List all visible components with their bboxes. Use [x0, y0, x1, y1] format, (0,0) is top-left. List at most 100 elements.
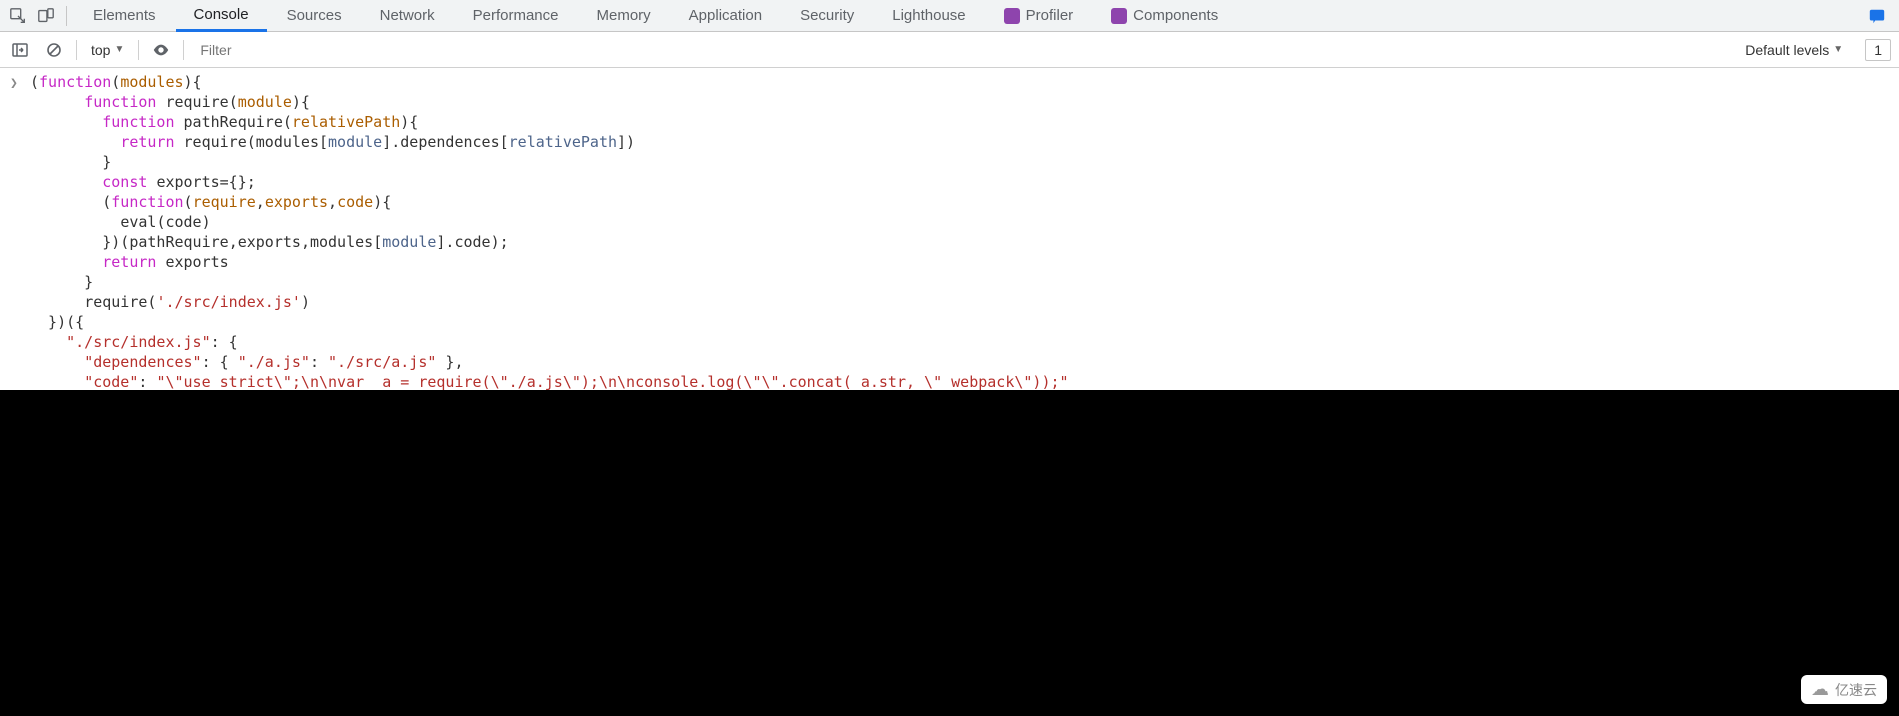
tab-lighthouse[interactable]: Lighthouse	[874, 0, 983, 32]
t	[30, 213, 120, 231]
toggle-sidebar-icon[interactable]	[8, 38, 32, 62]
inspect-icon[interactable]	[4, 2, 32, 30]
components-ext-icon	[1111, 8, 1127, 24]
console-entry: ❯ (function(modules){ function require(m…	[10, 72, 1899, 392]
t: (	[283, 113, 292, 131]
t: eval	[120, 213, 156, 231]
t: relativePath	[509, 133, 617, 151]
t: (	[184, 193, 193, 211]
t: function	[84, 93, 156, 111]
t: : {	[202, 353, 238, 371]
tab-security[interactable]: Security	[782, 0, 872, 32]
context-label: top	[91, 42, 110, 58]
black-region	[0, 390, 1899, 716]
t: )	[202, 213, 211, 231]
t: require	[165, 93, 228, 111]
t: code	[454, 233, 490, 251]
t: (	[30, 73, 39, 91]
t: exports	[156, 173, 219, 191]
t: ,	[328, 193, 337, 211]
t: relativePath	[292, 113, 400, 131]
t	[30, 173, 102, 191]
t: "\"use strict\";\n\nvar _a = require(\".…	[156, 373, 1068, 391]
t	[30, 333, 66, 351]
t: ].	[382, 133, 400, 151]
t: dependences	[400, 133, 499, 151]
device-toggle-icon[interactable]	[32, 2, 60, 30]
t: pathRequire	[184, 113, 283, 131]
tab-application[interactable]: Application	[671, 0, 780, 32]
tab-sources[interactable]: Sources	[269, 0, 360, 32]
t: function	[102, 113, 174, 131]
t: :	[138, 373, 156, 391]
tab-components[interactable]: Components	[1093, 0, 1236, 32]
t: ])	[617, 133, 635, 151]
watermark-badge: ☁ 亿速云	[1801, 675, 1887, 704]
t: "code"	[84, 373, 138, 391]
t	[175, 133, 184, 151]
console-output: ❯ (function(modules){ function require(m…	[0, 68, 1899, 392]
tab-components-label: Components	[1133, 7, 1218, 24]
t: ,	[256, 193, 265, 211]
t: ={};	[220, 173, 256, 191]
log-levels-selector[interactable]: Default levels ▼	[1739, 42, 1849, 58]
divider	[183, 40, 184, 60]
t: [	[373, 233, 382, 251]
t: (	[111, 73, 120, 91]
levels-label: Default levels	[1745, 42, 1829, 58]
t: }	[30, 273, 93, 291]
t: }	[30, 153, 111, 171]
t: [	[319, 133, 328, 151]
console-toolbar: top ▼ Default levels ▼ 1	[0, 32, 1899, 68]
tab-network[interactable]: Network	[362, 0, 453, 32]
code-block[interactable]: (function(modules){ function require(mod…	[30, 72, 1069, 392]
devtools-tab-bar: Elements Console Sources Network Perform…	[0, 0, 1899, 32]
clear-console-icon[interactable]	[42, 38, 66, 62]
t: :	[310, 353, 328, 371]
tab-memory[interactable]: Memory	[579, 0, 669, 32]
t: exports	[165, 253, 228, 271]
context-selector[interactable]: top ▼	[87, 42, 128, 58]
t: code	[337, 193, 373, 211]
tab-elements[interactable]: Elements	[75, 0, 174, 32]
t	[30, 93, 84, 111]
t: './src/index.js'	[156, 293, 301, 311]
t: ){	[292, 93, 310, 111]
t: ){	[400, 113, 418, 131]
live-expression-icon[interactable]	[149, 38, 173, 62]
tab-console[interactable]: Console	[176, 0, 267, 32]
t: "./src/index.js"	[66, 333, 211, 351]
t	[30, 113, 102, 131]
t: return	[102, 253, 156, 271]
t: (	[247, 133, 256, 151]
t: require	[184, 133, 247, 151]
t	[30, 293, 84, 311]
t	[30, 373, 84, 391]
t: function	[111, 193, 183, 211]
t: )	[301, 293, 310, 311]
t: pathRequire	[129, 233, 228, 251]
divider	[76, 40, 77, 60]
tab-performance[interactable]: Performance	[455, 0, 577, 32]
t: },	[436, 353, 463, 371]
tab-profiler[interactable]: Profiler	[986, 0, 1092, 32]
t	[30, 253, 102, 271]
t: })(	[30, 233, 129, 251]
t: require	[84, 293, 147, 311]
t: })({	[30, 313, 84, 331]
t: const	[102, 173, 147, 191]
t: "dependences"	[84, 353, 201, 371]
filter-input[interactable]	[194, 36, 1729, 64]
t: (	[30, 193, 111, 211]
t: require	[193, 193, 256, 211]
t: module	[382, 233, 436, 251]
chevron-down-icon: ▼	[1833, 44, 1843, 55]
t: (	[229, 93, 238, 111]
feedback-icon[interactable]	[1865, 4, 1889, 28]
t: exports	[238, 233, 301, 251]
t: ){	[184, 73, 202, 91]
t: code	[165, 213, 201, 231]
t: module	[328, 133, 382, 151]
issue-count-badge[interactable]: 1	[1865, 39, 1891, 61]
t: ].	[436, 233, 454, 251]
